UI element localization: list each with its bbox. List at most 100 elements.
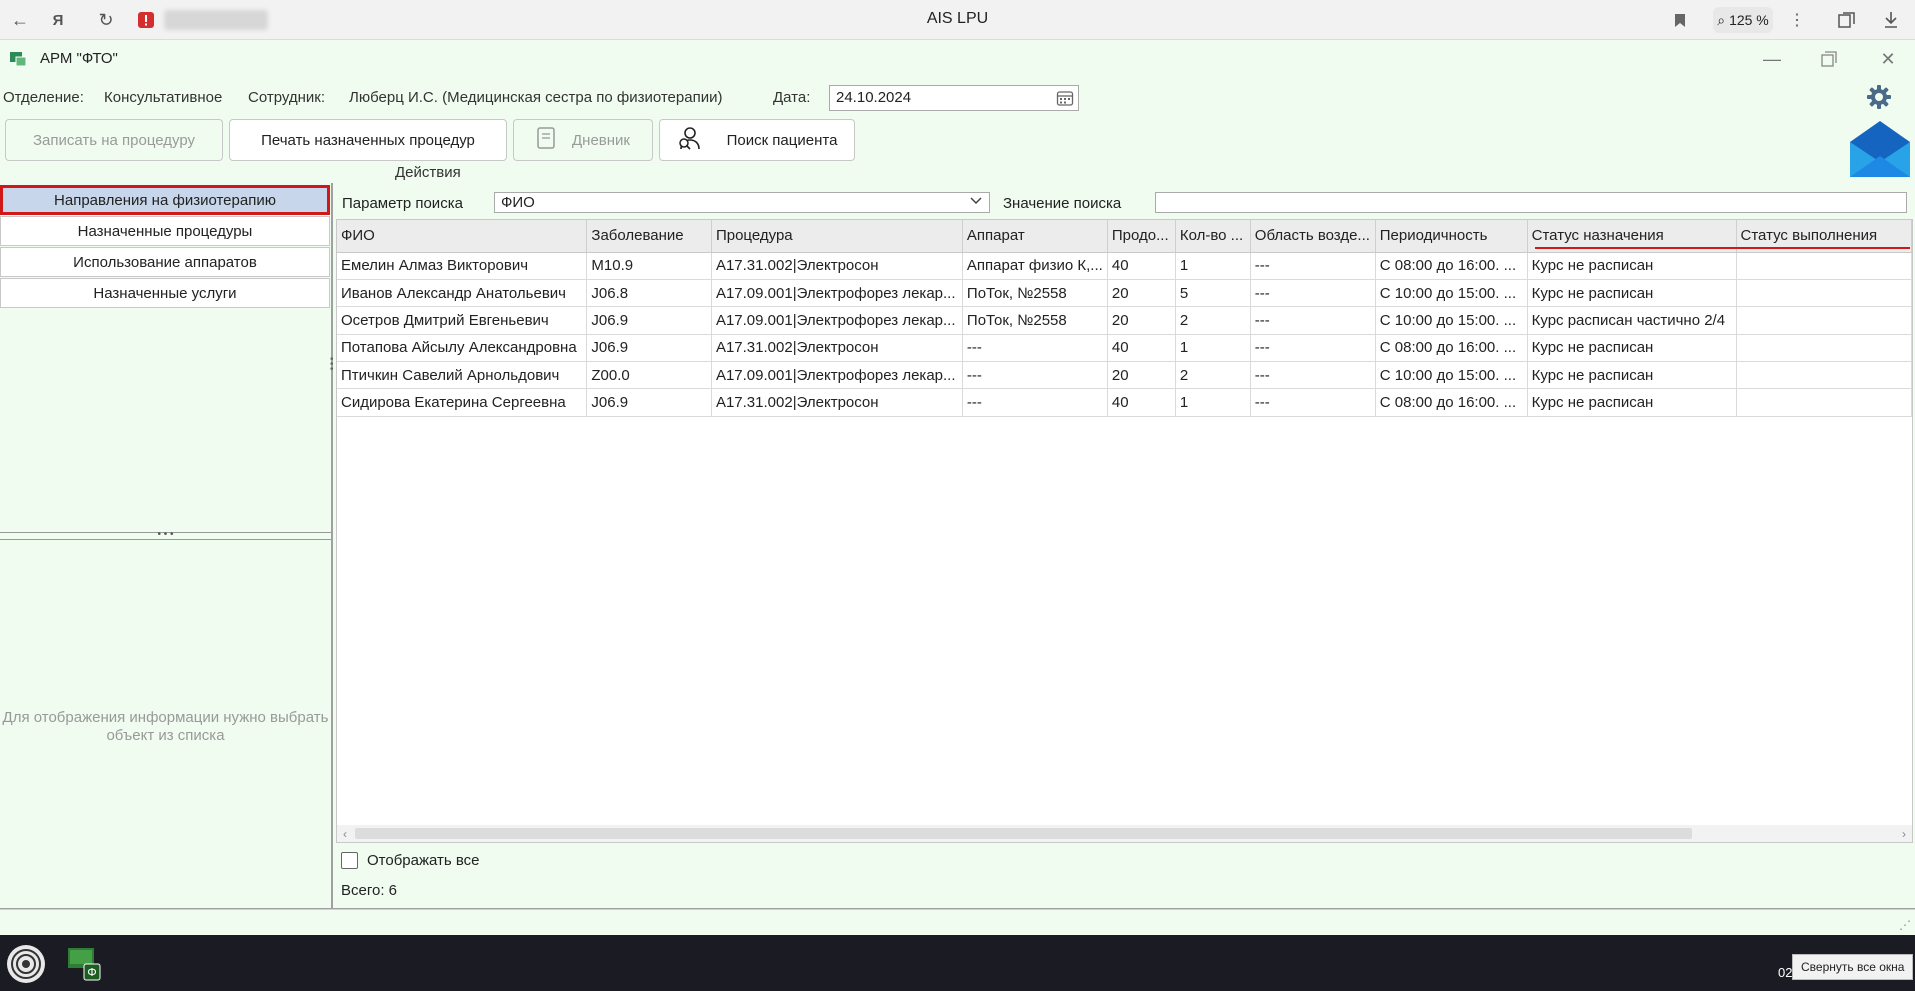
hide-all-windows-button[interactable]: Свернуть все окна [1792,954,1914,980]
resize-grip-icon[interactable]: ⋰ [1899,918,1911,932]
table-cell [1736,388,1913,417]
scrollbar-thumb[interactable] [355,828,1692,839]
column-header[interactable]: Продо... [1107,220,1176,253]
zoom-icon: ⌕ [1717,11,1726,28]
search-patient-label: Поиск пациента [726,131,838,149]
schedule-procedure-button[interactable]: Записать на процедуру [5,119,223,161]
table-cell: ПоТок, №2558 [962,306,1108,335]
table-row[interactable]: Потапова Айсылу Александровна J06.9 A17.31… [337,334,1913,363]
table-cell: --- [1250,279,1376,308]
table-row[interactable]: Сидирова Екатерина Сергеевна J06.9 A17.31.… [337,388,1913,417]
detail-placeholder-text: Для отображения информации нужно выбрать… [2,709,329,744]
table-cell: --- [962,334,1108,363]
page-title: AIS LPU [926,10,989,27]
more-menu-icon[interactable]: ⋮ [1783,6,1811,34]
close-icon[interactable]: ✕ [1870,46,1906,72]
table-cell: Аппарат физио К,... [962,252,1108,280]
taskbar-app-icon[interactable]: Ф [66,944,104,982]
annotation-underline [1535,247,1910,249]
table-cell: 2 [1175,361,1251,390]
employee-value: Люберц И.С. (Медицинская сестра по физио… [349,89,723,106]
table-cell: 20 [1107,361,1176,390]
table-cell: Курс не расписан [1527,361,1737,390]
diary-button[interactable]: Дневник [513,119,653,161]
table-cell: A17.31.002|Электросон [711,388,963,417]
gear-icon[interactable] [1865,83,1893,111]
download-icon[interactable] [1877,6,1905,34]
table-cell: Птичкин Савелий Арнольдович [337,361,588,390]
nav-item-device-usage[interactable]: Использование аппаратов [0,247,330,277]
table-cell [1736,361,1913,390]
table-row[interactable]: Птичкин Савелий Арнольдович Z00.0 A17.09.0… [337,361,1913,390]
column-header[interactable]: Область возде... [1250,220,1376,253]
zoom-level: 125 % [1729,12,1769,28]
chevron-down-icon [969,194,983,211]
employee-label: Сотрудник: [248,89,326,106]
table-cell: Емелин Алмаз Викторович [337,252,588,280]
total-count: Всего: 6 [341,882,398,899]
mail-icon[interactable] [1849,120,1911,178]
table-cell [1736,252,1913,280]
table-cell: --- [1250,334,1376,363]
table-cell: A17.31.002|Электросон [711,334,963,363]
table-row[interactable]: Иванов Александр Анатольевич J06.8 A17.09.… [337,279,1913,308]
column-header[interactable]: Периодичность [1375,220,1528,253]
nav-item-label: Назначенные услуги [93,284,237,302]
table-cell: С 08:00 до 16:00. ... [1375,252,1528,280]
patient-search-icon [677,125,703,155]
maximize-icon[interactable] [1811,46,1847,72]
column-header[interactable]: Кол-во ... [1175,220,1251,253]
nav-item-physio-referrals[interactable]: Направления на физиотерапию [0,185,330,215]
referrals-table: ФИО Заболевание Процедура Аппарат Продо.… [336,219,1913,843]
data-table: ФИО Заболевание Процедура Аппарат Продо.… [337,220,1913,417]
table-cell: Z00.0 [586,361,712,390]
table-cell: С 08:00 до 16:00. ... [1375,334,1528,363]
horizontal-scrollbar[interactable]: ‹ › [337,825,1912,842]
minimize-icon[interactable]: — [1754,46,1790,72]
panel-splitter[interactable]: • • • [0,530,331,540]
column-header[interactable]: Процедура [711,220,963,253]
print-procedures-label: Печать назначенных процедур [261,131,475,149]
table-cell: 40 [1107,252,1176,280]
book-icon [536,126,556,154]
column-header[interactable]: Заболевание [586,220,712,253]
search-value-input[interactable] [1155,192,1907,213]
show-all-label: Отображать все [367,852,480,869]
department-label: Отделение: [3,89,84,106]
table-row[interactable]: Емелин Алмаз Викторович M10.9 A17.31.002|Э… [337,252,1913,280]
scroll-left-icon[interactable]: ‹ [337,825,353,842]
table-row[interactable]: Осетров Дмитрий Евгеньевич J06.9 A17.09.00… [337,306,1913,335]
table-cell: 2 [1175,306,1251,335]
table-cell: A17.09.001|Электрофорез лекар... [711,279,963,308]
search-patient-button[interactable]: Поиск пациента [659,119,855,161]
nav-item-assigned-procedures[interactable]: Назначенные процедуры [0,216,330,246]
clock: 02 [1778,965,1793,980]
table-cell: --- [1250,306,1376,335]
date-field[interactable]: 24.10.2024 [829,85,1079,111]
print-procedures-button[interactable]: Печать назначенных процедур [229,119,507,161]
column-header[interactable]: ФИО [337,220,588,253]
svg-text:Ф: Ф [87,966,96,979]
scroll-right-icon[interactable]: › [1896,825,1912,842]
department-value: Консультативное [104,89,223,106]
calendar-icon[interactable] [1056,89,1074,107]
table-cell: 1 [1175,388,1251,417]
show-all-checkbox[interactable] [341,852,358,869]
search-param-label: Параметр поиска [342,195,463,212]
app-title: АРМ "ФТО" [40,50,118,67]
taskbar: Ф 02 Свернуть все окна [0,935,1915,991]
collections-icon[interactable] [1833,6,1861,34]
zoom-indicator[interactable]: ⌕ 125 % [1713,7,1773,33]
app-logo-icon [9,49,27,67]
actions-group-label: Действия [395,164,461,181]
bookmark-icon[interactable] [1666,6,1694,34]
column-header[interactable]: Аппарат [962,220,1108,253]
start-button[interactable] [7,945,45,983]
table-cell: J06.9 [586,388,712,417]
table-cell: --- [1250,361,1376,390]
nav-item-assigned-services[interactable]: Назначенные услуги [0,278,330,308]
search-param-select[interactable]: ФИО [494,192,990,213]
table-cell: Курс не расписан [1527,252,1737,280]
left-panel: Направления на физиотерапию Назначенные … [0,183,333,908]
table-cell: J06.9 [586,306,712,335]
